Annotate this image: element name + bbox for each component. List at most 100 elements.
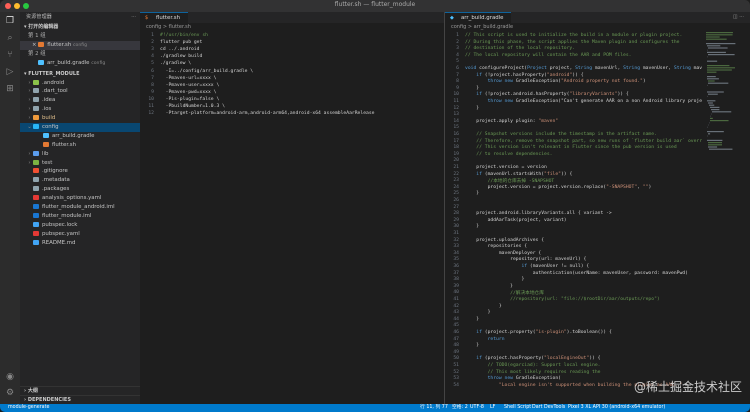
line-number: 31 [453, 231, 459, 236]
editor-group-2: 第 2 组 [20, 50, 140, 59]
line-number: 51 [453, 363, 459, 368]
tree-item[interactable]: flutter_module.iml [20, 212, 140, 221]
tree-item[interactable]: .gitignore [20, 167, 140, 176]
project-section[interactable]: ▾ FLUTTER_MODULE [20, 70, 140, 79]
status-item[interactable]: Dart DevTools [532, 404, 565, 412]
minimap[interactable] [706, 32, 744, 152]
breadcrumb[interactable]: config > flutter.sh [140, 23, 444, 32]
line-number: 13 [453, 112, 459, 118]
status-item[interactable]: module-generate [8, 404, 49, 412]
open-editors-section[interactable]: ▾ 打开的编辑器 [20, 23, 140, 32]
tree-item-label: pubspec.lock [42, 221, 78, 228]
tree-item-label: flutter.sh [52, 141, 77, 148]
code-line: -Pmaven-url=xxxx \ [160, 75, 217, 81]
window-title: flutter.sh — flutter_module [334, 1, 416, 8]
explorer-header: 资源管理器 [26, 14, 53, 20]
status-item[interactable]: 空格: 2 [452, 404, 468, 412]
status-item[interactable]: 行 11, 列 77 [420, 404, 448, 412]
line-number: 50 [453, 356, 459, 362]
outline-section[interactable]: › 大纲 [20, 386, 140, 395]
tab-arr-build-gradle[interactable]: ◆ arr_build.gradle [445, 12, 512, 23]
tree-item[interactable]: › .idea [20, 96, 140, 105]
line-number: 38 [453, 277, 459, 283]
line-number: 8 [456, 79, 459, 85]
minimap-line [708, 47, 728, 49]
open-editor-flutter-sh[interactable]: × flutter.sh config [20, 40, 140, 50]
search-icon[interactable]: ⌕ [5, 33, 15, 43]
outline-title: 大纲 [27, 388, 38, 394]
line-number: 12 [148, 111, 154, 117]
more-actions-icon[interactable]: ··· [131, 14, 136, 20]
explorer-icon[interactable]: ❐ [5, 16, 15, 26]
tree-item[interactable]: flutter_module_android.iml [20, 203, 140, 212]
open-editor-arr-build-gradle[interactable]: arr_build.gradle config [20, 59, 140, 68]
line-number: 26 [453, 198, 459, 203]
code-line: throw new GradleException("Android prope… [487, 79, 646, 85]
tab-flutter-sh[interactable]: $ flutter.sh [140, 12, 189, 23]
tree-item-label: .dart_tool [42, 88, 68, 95]
tree-item-label: analysis_options.yaml [42, 195, 102, 202]
tree-item[interactable]: ⌄ config [20, 123, 140, 132]
tree-item[interactable]: arr_build.gradle [20, 132, 140, 141]
line-number: 35 [453, 257, 459, 263]
file-icon [33, 186, 39, 192]
run-debug-icon[interactable]: ▷ [5, 67, 15, 77]
tree-item[interactable]: .packages [20, 185, 140, 194]
code-line: } [465, 277, 525, 283]
tree-item[interactable]: › .dart_tool [20, 87, 140, 96]
line-number: 3 [151, 47, 154, 53]
open-editors-title: 打开的编辑器 [28, 24, 59, 30]
status-item[interactable]: UTF-8 [470, 404, 484, 412]
line-number: 11 [453, 99, 459, 104]
line-number: 45 [453, 323, 459, 329]
tree-item[interactable]: pubspec.lock [20, 221, 140, 230]
line-number: 44 [453, 316, 459, 322]
code-line: -Ptarget-platform=android-arm,android-ar… [160, 111, 375, 117]
status-item[interactable]: LF [490, 404, 495, 412]
status-item[interactable]: Shell Script [504, 404, 531, 412]
file-icon [33, 212, 39, 218]
open-editor-file: arr_build.gradle [47, 59, 90, 66]
tab-label: arr_build.gradle [461, 15, 504, 21]
status-item[interactable]: Pixel 3 XL API 30 (android-x64 emulator) [568, 404, 665, 412]
tree-item[interactable]: › .ios [20, 105, 140, 114]
tree-item[interactable]: analysis_options.yaml [20, 194, 140, 203]
extensions-icon[interactable]: ⊞ [5, 84, 15, 94]
tree-item[interactable]: › test [20, 159, 140, 168]
minimap-line [707, 65, 730, 67]
right-editor-group: ◆ arr_build.gradle ◫ ··· config > arr_bui… [445, 12, 750, 404]
settings-gear-icon[interactable]: ⚙ [5, 388, 15, 398]
close-icon[interactable]: × [32, 42, 37, 48]
breadcrumb[interactable]: config > arr_build.gradle [445, 23, 750, 32]
minimap-line [706, 32, 733, 34]
folder-icon [33, 79, 39, 85]
code-line: // This most likely requires reading the [465, 369, 601, 375]
split-editor-icon[interactable]: ◫ ··· [733, 14, 744, 20]
tree-item[interactable]: › build [20, 114, 140, 123]
account-icon[interactable]: ◉ [5, 372, 15, 382]
tree-item[interactable]: › lib [20, 150, 140, 159]
line-number: 46 [453, 330, 459, 335]
minimap-line [708, 133, 711, 135]
tree-item[interactable]: flutter.sh [20, 141, 140, 150]
editor-group-1: 第 1 组 [20, 32, 140, 41]
code-line: flutter pub get [160, 40, 203, 46]
code-line: // This version isn't relevant in Flutte… [465, 145, 677, 151]
source-control-icon[interactable]: ⑂ [5, 50, 15, 60]
file-icon [43, 132, 49, 138]
tree-item[interactable]: › .android [20, 79, 140, 88]
minimap-line [707, 131, 724, 133]
tree-item[interactable]: .metadata [20, 176, 140, 185]
tree-item[interactable]: pubspec.yaml [20, 230, 140, 239]
tree-item-label: flutter_module_android.iml [42, 204, 115, 211]
dependencies-section[interactable]: › DEPENDENCIES [20, 395, 140, 404]
code-line: } [465, 316, 480, 322]
line-number: 7 [456, 72, 459, 78]
line-number: 23 [453, 178, 459, 184]
open-editor-path: config [91, 60, 106, 66]
line-number: 10 [453, 92, 459, 98]
tree-item[interactable]: README.md [20, 239, 140, 248]
code-line: // to resolve dependencies. [465, 151, 553, 157]
line-number: 9 [151, 89, 154, 95]
code-line: if (mavenUser != null) { [521, 264, 590, 269]
